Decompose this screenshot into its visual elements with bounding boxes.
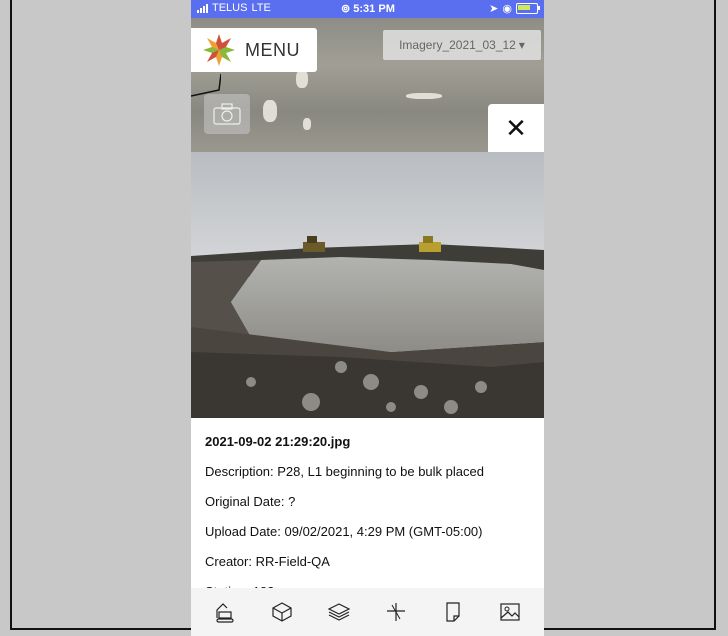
- alarm-icon: ⊚: [341, 3, 351, 15]
- image-icon: [499, 603, 520, 621]
- excavator-tool[interactable]: [210, 597, 240, 627]
- 3d-tool[interactable]: [267, 597, 297, 627]
- excavator-icon: [216, 603, 235, 623]
- construction-photo: [191, 152, 544, 418]
- photo-upload-date: Upload Date: 09/02/2021, 4:29 PM (GMT-05…: [205, 524, 483, 539]
- battery-icon: [516, 3, 540, 14]
- status-time: ⊚ 5:31 PM: [341, 2, 395, 15]
- photo-description: Description: P28, L1 beginning to be bul…: [205, 464, 484, 479]
- location-arrow-icon: ➤: [489, 3, 499, 15]
- measure-tool[interactable]: [381, 597, 411, 627]
- site-photo: [191, 152, 544, 418]
- network-type: LTE: [251, 2, 271, 14]
- imagery-select-value: Imagery_2021_03_12: [399, 38, 516, 52]
- image-tool[interactable]: [495, 597, 525, 627]
- photo-details: 2021-09-02 21:29:20.jpg Description: P28…: [191, 418, 544, 599]
- photo-creator: Creator: RR-Field-QA: [205, 554, 330, 569]
- photo-filename: 2021-09-02 21:29:20.jpg: [205, 434, 351, 449]
- layers-icon: [327, 603, 351, 621]
- document-icon: [446, 602, 460, 622]
- layers-tool[interactable]: [324, 597, 354, 627]
- close-icon: ✕: [505, 112, 527, 143]
- cube-icon: [272, 602, 292, 622]
- imagery-select[interactable]: Imagery_2021_03_12 ▾: [383, 30, 541, 60]
- menu-label: MENU: [245, 39, 300, 60]
- map-view[interactable]: MENU Imagery_2021_03_12 ▾ ✕: [191, 18, 544, 152]
- status-right: ➤ ◉: [489, 2, 540, 15]
- bottom-toolbar: [191, 588, 544, 636]
- phone-screen: TELUS LTE ⊚ 5:31 PM ➤ ◉ MENU Imagery_202…: [191, 0, 544, 636]
- carrier-info: TELUS LTE: [197, 2, 271, 14]
- document-tool[interactable]: [438, 597, 468, 627]
- clock-text: 5:31 PM: [353, 3, 395, 15]
- close-button[interactable]: ✕: [488, 104, 544, 152]
- carrier-name: TELUS: [212, 2, 248, 14]
- caret-down-icon: ▾: [518, 38, 525, 52]
- photo-original-date: Original Date: ?: [205, 494, 296, 509]
- camera-icon: [213, 103, 241, 125]
- menu-button[interactable]: MENU: [191, 28, 317, 72]
- crosshair-icon: [386, 603, 405, 621]
- camera-button[interactable]: [204, 94, 250, 134]
- logo-icon: [203, 34, 235, 66]
- lock-rotation-icon: ◉: [502, 3, 512, 15]
- signal-icon: [197, 3, 208, 13]
- status-bar: TELUS LTE ⊚ 5:31 PM ➤ ◉: [191, 0, 544, 18]
